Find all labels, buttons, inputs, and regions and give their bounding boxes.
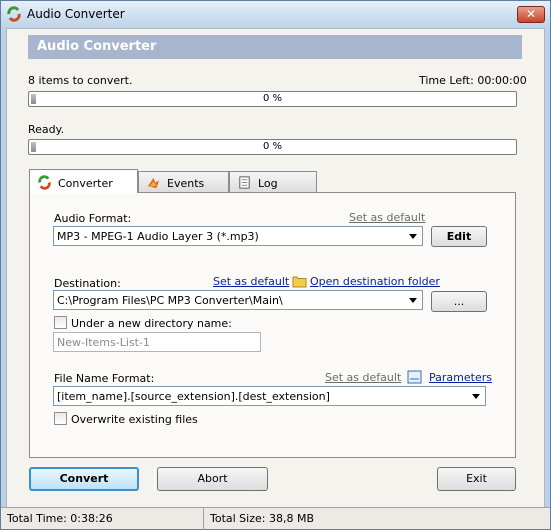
item-progress-bar: 0 %	[28, 139, 517, 155]
time-left-text: Time Left: 00:00:00	[419, 74, 527, 87]
audio-format-value: MP3 - MPEG-1 Audio Layer 3 (*.mp3)	[57, 230, 259, 243]
file-name-set-default-link[interactable]: Set as default	[325, 371, 401, 384]
overall-progress-bar: 0 %	[28, 91, 517, 107]
audio-converter-window: Audio Converter ✕ Audio Converter 8 item…	[0, 0, 551, 530]
title-bar: Audio Converter ✕	[1, 1, 550, 28]
file-name-format-label: File Name Format:	[54, 372, 155, 385]
item-progress-percent: 0 %	[262, 141, 283, 152]
total-size-cell: Total Size: 38,8 MB	[204, 508, 550, 530]
banner-title: Audio Converter	[37, 39, 157, 54]
edit-format-button[interactable]: Edit	[431, 226, 487, 247]
status-bar: Total Time: 0:38:26 Total Size: 38,8 MB	[1, 507, 550, 530]
tab-log[interactable]: Log	[229, 171, 317, 193]
audio-format-label: Audio Format:	[54, 212, 132, 225]
file-name-format-value: [item_name].[source_extension].[dest_ext…	[57, 390, 330, 403]
overwrite-checkbox[interactable]	[54, 412, 67, 425]
overall-progress-percent: 0 %	[262, 93, 283, 104]
tab-events[interactable]: Events	[138, 171, 229, 193]
destination-set-default-link[interactable]: Set as default	[213, 275, 289, 288]
parameters-link[interactable]: Parameters	[429, 371, 492, 384]
items-status-text: 8 items to convert.	[28, 74, 133, 87]
exit-button[interactable]: Exit	[437, 467, 516, 491]
converter-panel: Audio Format: Set as default MP3 - MPEG-…	[29, 192, 516, 458]
header-banner: Audio Converter	[28, 35, 522, 59]
close-icon: ✕	[525, 7, 537, 21]
current-status-text: Ready.	[28, 123, 65, 136]
parameters-icon	[407, 370, 422, 384]
new-directory-checkbox[interactable]	[54, 316, 67, 329]
log-icon	[239, 176, 250, 189]
destination-label: Destination:	[54, 277, 121, 290]
total-time-text: Total Time: 0:38:26	[7, 512, 113, 525]
open-destination-folder-link[interactable]: Open destination folder	[310, 275, 440, 288]
browse-destination-button[interactable]: ...	[431, 291, 487, 312]
file-name-format-select[interactable]: [item_name].[source_extension].[dest_ext…	[53, 386, 486, 406]
browse-button-label: ...	[453, 295, 465, 308]
chevron-down-icon	[409, 234, 417, 239]
edit-button-label: Edit	[446, 230, 472, 243]
main-content: Audio Converter 8 items to convert. Time…	[6, 28, 545, 508]
destination-select[interactable]: C:\Program Files\PC MP3 Converter\Main\	[53, 290, 423, 310]
new-directory-value: New-Items-List-1	[57, 336, 150, 349]
total-size-text: Total Size: 38,8 MB	[210, 512, 314, 525]
chevron-down-icon	[472, 394, 480, 399]
new-directory-input[interactable]: New-Items-List-1	[53, 332, 261, 352]
audio-format-select[interactable]: MP3 - MPEG-1 Audio Layer 3 (*.mp3)	[53, 226, 423, 246]
abort-button-label: Abort	[197, 472, 228, 485]
abort-button[interactable]: Abort	[157, 467, 268, 491]
tab-converter[interactable]: Converter	[29, 169, 138, 193]
new-directory-label: Under a new directory name:	[71, 317, 232, 330]
audio-format-set-default-link[interactable]: Set as default	[349, 211, 425, 224]
app-icon	[7, 6, 21, 22]
button-divider	[154, 466, 155, 492]
tab-log-label: Log	[258, 177, 278, 190]
converter-icon	[38, 175, 51, 190]
folder-icon	[292, 276, 307, 288]
events-icon	[147, 177, 160, 189]
convert-button[interactable]: Convert	[29, 467, 139, 491]
tab-events-label: Events	[167, 177, 205, 190]
close-button[interactable]: ✕	[517, 6, 545, 23]
exit-button-label: Exit	[466, 472, 487, 485]
chevron-down-icon	[409, 298, 417, 303]
tab-converter-label: Converter	[58, 177, 113, 190]
overwrite-label: Overwrite existing files	[71, 413, 198, 426]
convert-button-label: Convert	[59, 472, 109, 485]
destination-value: C:\Program Files\PC MP3 Converter\Main\	[57, 294, 283, 307]
window-title: Audio Converter	[27, 7, 125, 21]
total-time-cell: Total Time: 0:38:26	[1, 508, 204, 530]
